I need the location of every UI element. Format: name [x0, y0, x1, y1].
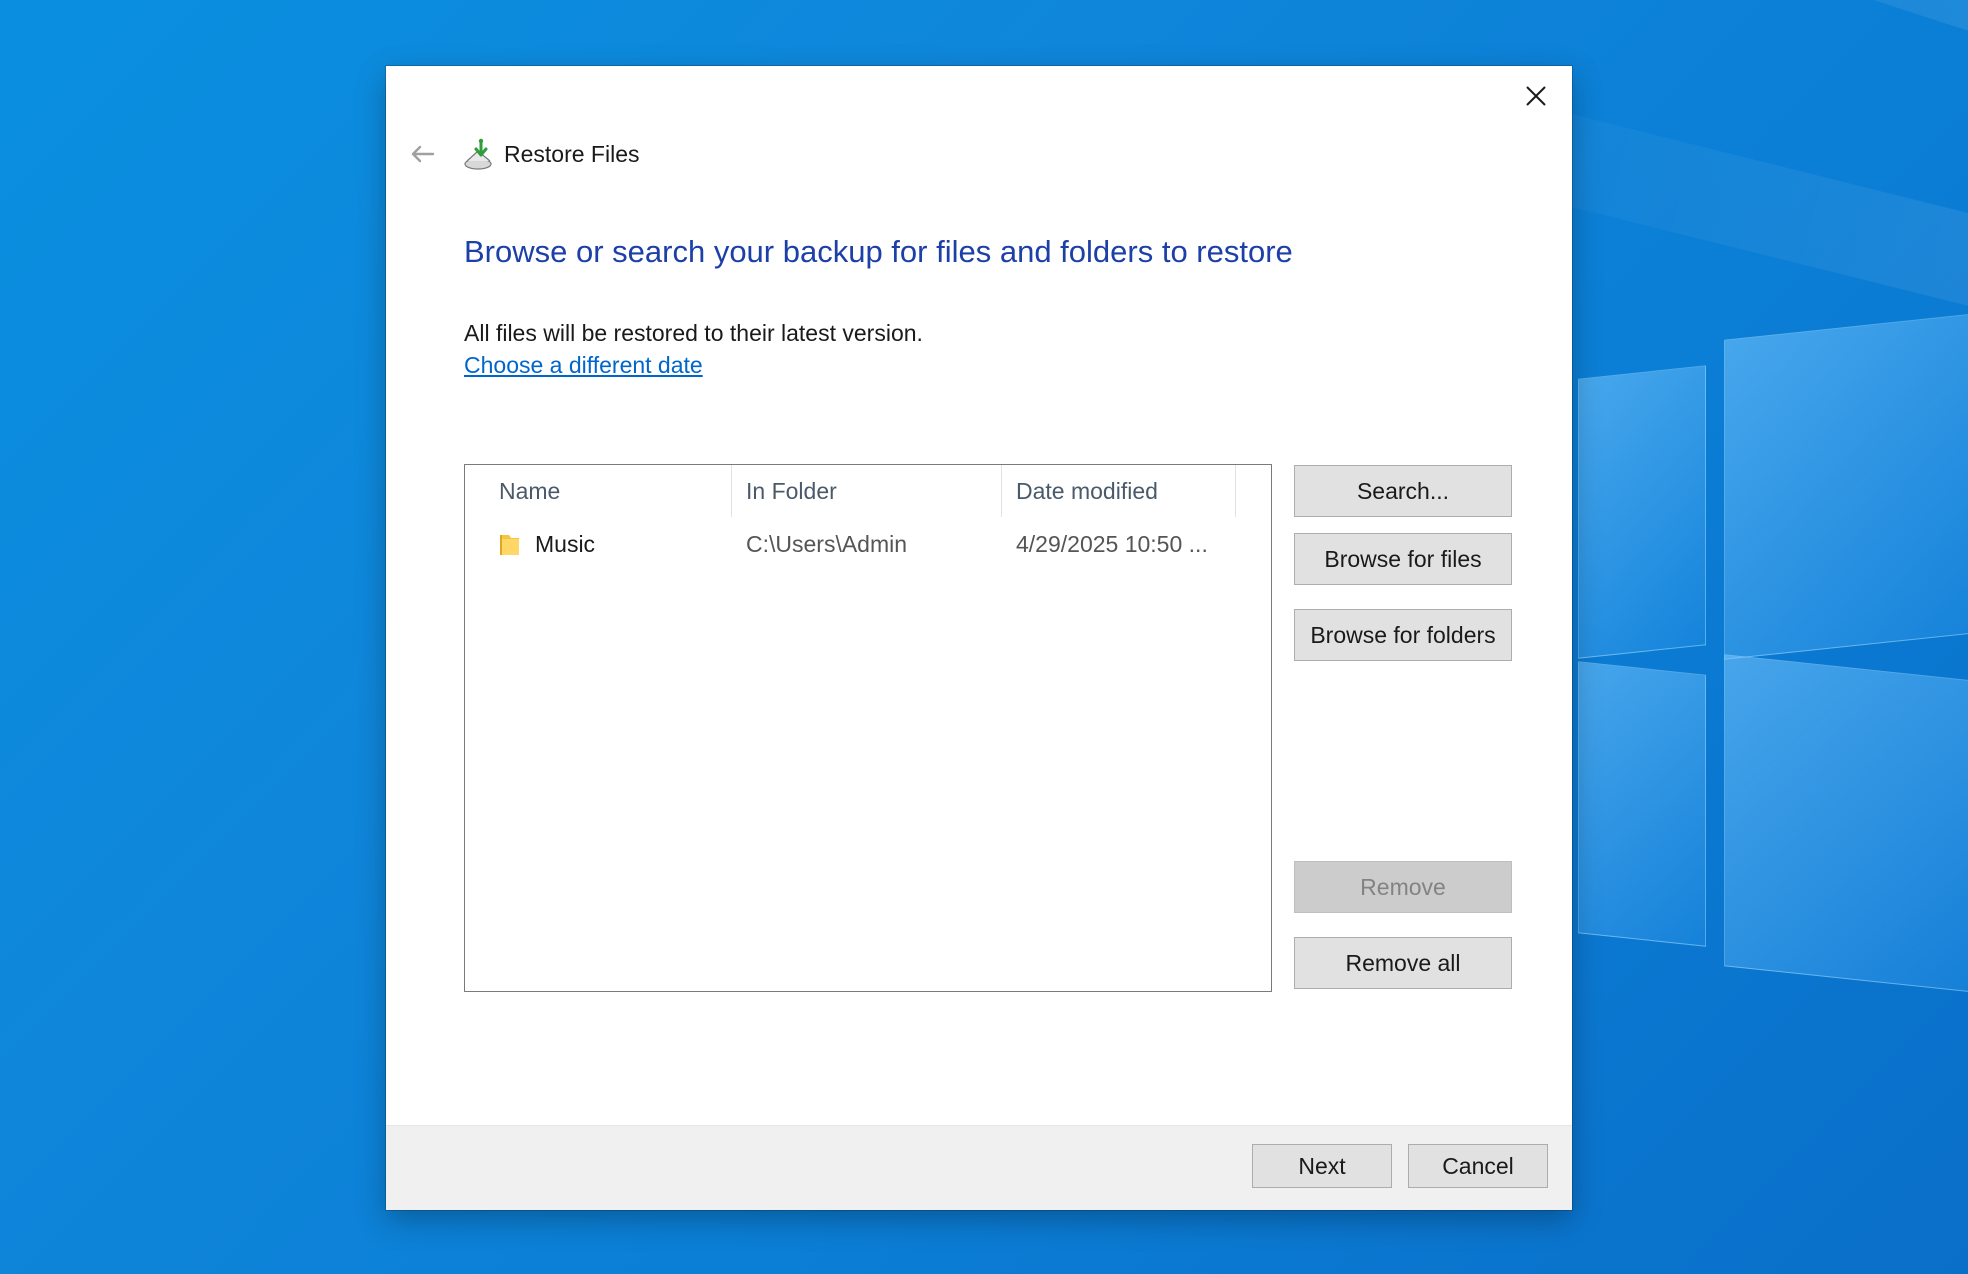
remove-all-button[interactable]: Remove all: [1294, 937, 1512, 989]
search-button[interactable]: Search...: [1294, 465, 1512, 517]
back-arrow-icon: [411, 145, 435, 163]
item-name: Music: [535, 530, 596, 557]
column-header-name[interactable]: Name: [499, 465, 729, 517]
title-bar: Restore Files: [404, 132, 639, 176]
windows-logo-pane: [1724, 312, 1968, 660]
file-list[interactable]: Name In Folder Date modified Music C:\Us…: [464, 464, 1272, 992]
windows-logo-pane: [1578, 661, 1706, 947]
row-date-cell: 4/29/2025 10:50 ...: [1016, 530, 1208, 557]
remove-button[interactable]: Remove: [1294, 861, 1512, 913]
next-button[interactable]: Next: [1252, 1144, 1392, 1188]
column-header-folder[interactable]: In Folder: [746, 465, 996, 517]
restore-files-dialog: Restore Files Browse or search your back…: [386, 66, 1572, 1210]
cancel-button[interactable]: Cancel: [1408, 1144, 1548, 1188]
column-separator[interactable]: [1001, 465, 1002, 517]
folder-icon: [500, 535, 519, 555]
column-separator[interactable]: [1235, 465, 1236, 517]
browse-folders-button[interactable]: Browse for folders: [1294, 609, 1512, 661]
dialog-footer: Next Cancel: [386, 1125, 1572, 1210]
column-separator[interactable]: [731, 465, 732, 517]
dialog-title: Restore Files: [504, 140, 640, 167]
list-item[interactable]: Music C:\Users\Admin 4/29/2025 10:50 ...: [465, 521, 1271, 567]
row-name-cell: Music: [499, 521, 729, 567]
close-icon: [1526, 86, 1546, 106]
browse-files-button[interactable]: Browse for files: [1294, 533, 1512, 585]
row-folder-cell: C:\Users\Admin: [746, 530, 908, 557]
restore-files-icon: [460, 135, 498, 173]
windows-logo-pane: [1578, 365, 1706, 659]
windows-logo-pane: [1724, 654, 1968, 994]
choose-date-link[interactable]: Choose a different date: [464, 352, 703, 379]
page-heading: Browse or search your backup for files a…: [464, 234, 1293, 269]
info-text: All files will be restored to their late…: [464, 320, 923, 346]
list-header: Name In Folder Date modified: [465, 465, 1271, 517]
column-header-date[interactable]: Date modified: [1016, 465, 1236, 517]
back-button[interactable]: [404, 136, 440, 172]
close-button[interactable]: [1514, 76, 1558, 116]
